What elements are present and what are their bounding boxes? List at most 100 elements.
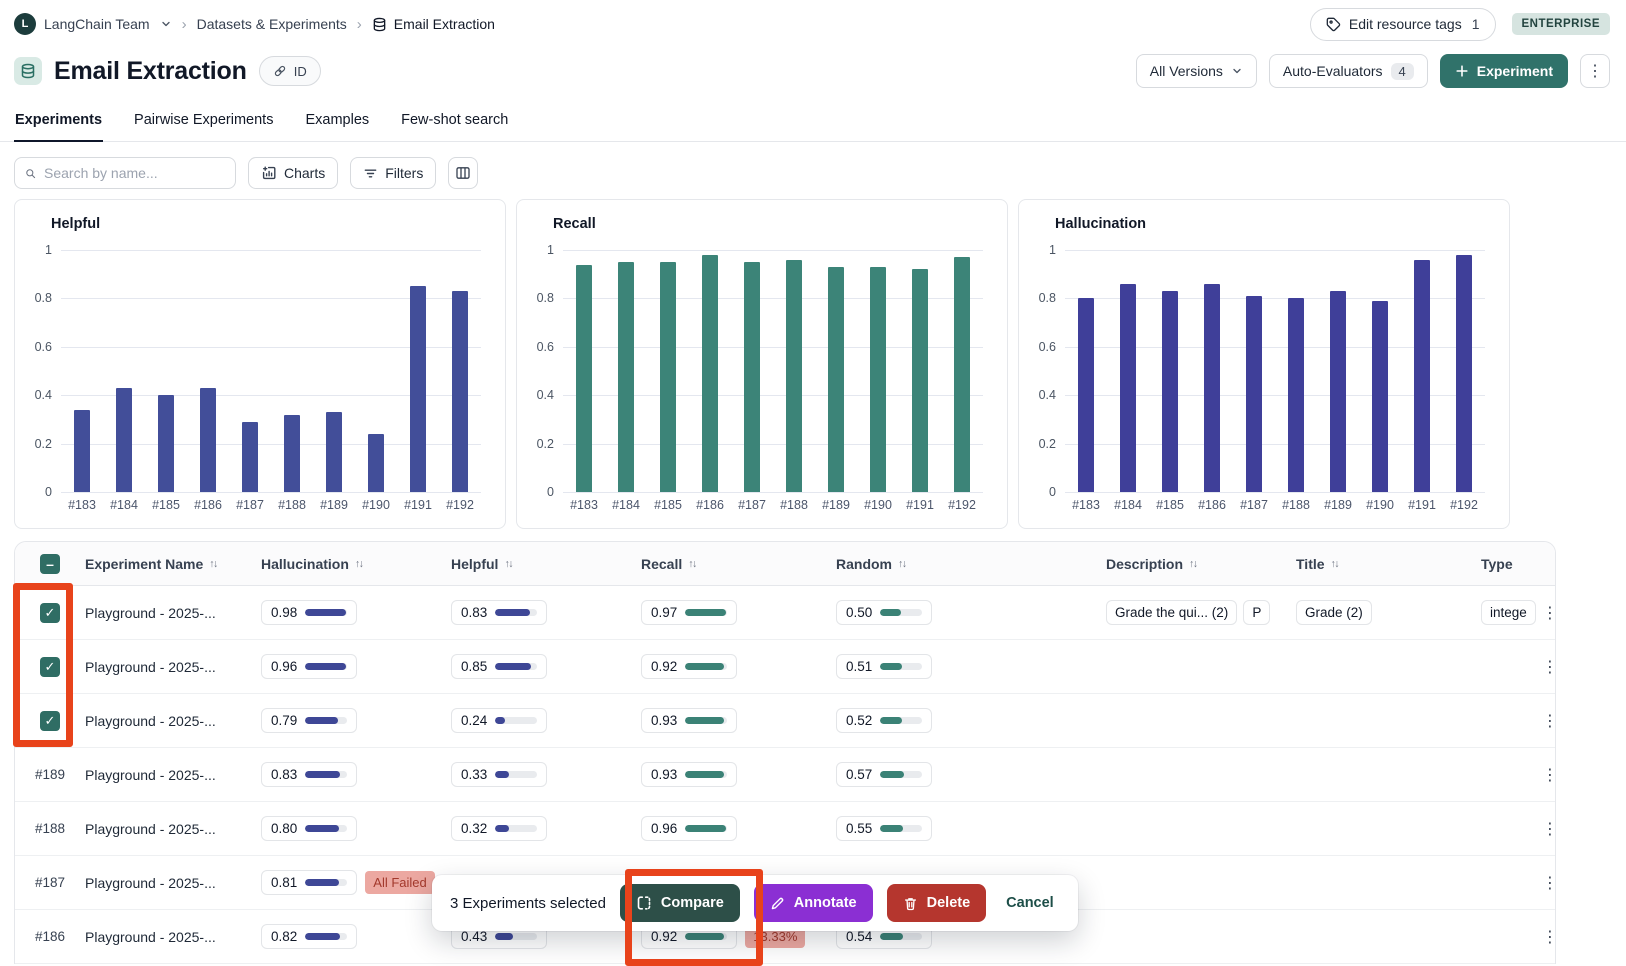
bar-187[interactable] (744, 262, 760, 492)
column-header-recall[interactable]: Recall↑↓ (641, 556, 836, 572)
row-menu-button[interactable]: ⋮ (1538, 603, 1562, 623)
bar-189[interactable] (1330, 291, 1346, 492)
bar-183[interactable] (1078, 298, 1094, 492)
sort-icon[interactable]: ↑↓ (1189, 558, 1197, 570)
sort-icon[interactable]: ↑↓ (504, 558, 512, 570)
experiment-name[interactable]: Playground - 2025-... (85, 875, 261, 891)
bar-186[interactable] (200, 388, 216, 492)
auto-evaluators-button[interactable]: Auto-Evaluators 4 (1269, 54, 1428, 88)
row-menu-button[interactable]: ⋮ (1538, 657, 1562, 677)
score-pill: 0.57 (836, 762, 932, 787)
bar-184[interactable] (116, 388, 132, 492)
experiment-name[interactable]: Playground - 2025-... (85, 659, 261, 675)
score-pill: 0.96 (641, 816, 737, 841)
bar-190[interactable] (1372, 301, 1388, 492)
bar-186[interactable] (702, 255, 718, 492)
team-avatar[interactable]: L (14, 13, 36, 35)
row-menu-button[interactable]: ⋮ (1538, 873, 1562, 893)
bar-184[interactable] (1120, 284, 1136, 492)
tab-pairwise-experiments[interactable]: Pairwise Experiments (133, 102, 274, 141)
bar-183[interactable] (576, 265, 592, 492)
bar-190[interactable] (368, 434, 384, 492)
column-header-hallucination[interactable]: Hallucination↑↓ (261, 556, 451, 572)
row-checkbox-checked[interactable]: ✓ (40, 711, 60, 731)
table-row[interactable]: ✓Playground - 2025-...0.980.830.970.50Gr… (15, 586, 1555, 640)
bar-185[interactable] (660, 262, 676, 492)
score-bar-fill (305, 609, 346, 616)
bar-191[interactable] (912, 269, 928, 492)
cancel-button[interactable]: Cancel (1000, 895, 1060, 911)
row-menu-button[interactable]: ⋮ (1538, 927, 1562, 947)
y-axis-tick-label: 0.6 (537, 340, 554, 354)
column-header-experiment-name[interactable]: Experiment Name↑↓ (85, 556, 261, 572)
annotate-button[interactable]: Annotate (754, 884, 873, 922)
sort-icon[interactable]: ↑↓ (688, 558, 696, 570)
bar-192[interactable] (954, 257, 970, 492)
columns-button[interactable] (448, 157, 478, 189)
table-row[interactable]: #188Playground - 2025-...0.800.320.960.5… (15, 802, 1555, 856)
score-bar-fill (880, 663, 901, 670)
sort-icon[interactable]: ↑↓ (1331, 558, 1339, 570)
bar-188[interactable] (1288, 298, 1304, 492)
breadcrumb-team[interactable]: LangChain Team (44, 16, 150, 32)
experiment-name[interactable]: Playground - 2025-... (85, 713, 261, 729)
bar-189[interactable] (326, 412, 342, 492)
table-row[interactable]: ✓Playground - 2025-...0.960.850.920.51⋮ (15, 640, 1555, 694)
score-value: 0.52 (846, 713, 872, 728)
column-header-description[interactable]: Description↑↓ (1106, 556, 1296, 572)
column-header-title[interactable]: Title↑↓ (1296, 556, 1481, 572)
experiment-name[interactable]: Playground - 2025-... (85, 929, 261, 945)
table-row[interactable]: ✓Playground - 2025-...0.790.240.930.52⋮ (15, 694, 1555, 748)
bar-191[interactable] (1414, 260, 1430, 492)
copy-id-button[interactable]: ID (259, 56, 321, 86)
row-menu-button[interactable]: ⋮ (1538, 765, 1562, 785)
experiment-name[interactable]: Playground - 2025-... (85, 767, 261, 783)
new-experiment-button[interactable]: Experiment (1440, 54, 1568, 88)
bar-185[interactable] (1162, 291, 1178, 492)
row-menu-button[interactable]: ⋮ (1538, 819, 1562, 839)
bar-192[interactable] (452, 291, 468, 492)
bar-192[interactable] (1456, 255, 1472, 492)
row-checkbox-checked[interactable]: ✓ (40, 657, 60, 677)
compare-button[interactable]: Compare (620, 884, 740, 922)
experiment-name[interactable]: Playground - 2025-... (85, 605, 261, 621)
chevron-down-icon[interactable] (160, 18, 172, 30)
sort-icon[interactable]: ↑↓ (355, 558, 363, 570)
charts-button[interactable]: Charts (248, 157, 338, 189)
select-all-checkbox[interactable]: – (40, 554, 60, 574)
table-row[interactable]: #189Playground - 2025-...0.830.330.930.5… (15, 748, 1555, 802)
search-box[interactable] (14, 157, 236, 189)
bar-186[interactable] (1204, 284, 1220, 492)
recall-cell: 0.93 (641, 762, 836, 787)
row-menu-button[interactable]: ⋮ (1538, 711, 1562, 731)
bar-188[interactable] (786, 260, 802, 492)
bar-185[interactable] (158, 395, 174, 492)
all-versions-select[interactable]: All Versions (1136, 54, 1257, 88)
sort-icon[interactable]: ↑↓ (898, 558, 906, 570)
bar-184[interactable] (618, 262, 634, 492)
filters-button[interactable]: Filters (350, 157, 436, 189)
column-header-helpful[interactable]: Helpful↑↓ (451, 556, 641, 572)
bar-187[interactable] (242, 422, 258, 492)
column-header-random[interactable]: Random↑↓ (836, 556, 1106, 572)
bar-187[interactable] (1246, 296, 1262, 492)
breadcrumb-section[interactable]: Datasets & Experiments (197, 16, 347, 32)
description-pill: Grade the qui... (2) (1106, 600, 1237, 625)
experiment-name[interactable]: Playground - 2025-... (85, 821, 261, 837)
bar-191[interactable] (410, 286, 426, 492)
delete-button[interactable]: Delete (887, 884, 987, 922)
edit-resource-tags-button[interactable]: Edit resource tags 1 (1310, 8, 1496, 41)
tab-experiments[interactable]: Experiments (14, 102, 103, 142)
y-axis-tick-label: 0.4 (35, 388, 52, 402)
bar-188[interactable] (284, 415, 300, 492)
sort-icon[interactable]: ↑↓ (209, 558, 217, 570)
bar-190[interactable] (870, 267, 886, 492)
bar-183[interactable] (74, 410, 90, 492)
row-checkbox-checked[interactable]: ✓ (40, 603, 60, 623)
tab-few-shot-search[interactable]: Few-shot search (400, 102, 509, 141)
bar-189[interactable] (828, 267, 844, 492)
search-input[interactable] (44, 165, 225, 181)
description-cell: Grade the qui... (2)P (1106, 600, 1296, 625)
page-menu-button[interactable]: ⋮ (1580, 54, 1610, 88)
tab-examples[interactable]: Examples (304, 102, 370, 141)
